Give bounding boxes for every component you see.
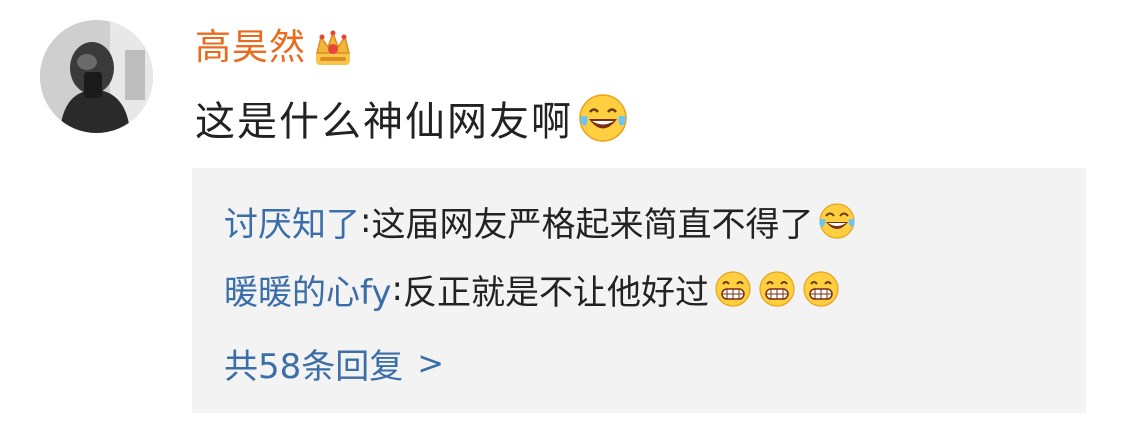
comment-text: 这是什么神仙网友啊 <box>195 88 629 148</box>
comment-card: 高昊然 这是什么神仙网友啊 讨厌知了: 这届网友严格起来简直不得了 暖暖的心f… <box>0 0 1125 425</box>
reply-separator: : <box>391 269 403 309</box>
reply-item: 讨厌知了 : 这届网友严格起来简直不得了 <box>224 196 857 246</box>
author-row: 高昊然 <box>195 22 354 74</box>
view-all-replies-link[interactable]: 共58条回复 > <box>224 338 444 388</box>
reply-text: 反正就是不让他好过 <box>402 272 709 313</box>
author-name[interactable]: 高昊然 <box>195 22 306 74</box>
reply-item: 暖暖的心fy : 反正就是不让他好过 <box>224 264 841 314</box>
avatar[interactable] <box>40 20 153 133</box>
reply-separator: : <box>360 201 372 241</box>
comment-body: 这是什么神仙网友啊 <box>195 99 573 145</box>
grinning-emoji-icon <box>713 269 753 309</box>
grinning-emoji-icon <box>801 269 841 309</box>
avatar-photo <box>40 20 153 133</box>
laughing-tears-emoji-icon <box>817 201 857 241</box>
chevron-right-icon: > <box>417 344 445 382</box>
reply-username[interactable]: 暖暖的心fy <box>224 265 392 314</box>
laughing-tears-emoji-icon <box>577 92 629 144</box>
crown-badge-icon[interactable] <box>312 27 354 69</box>
reply-text: 这届网友严格起来简直不得了 <box>371 204 814 245</box>
reply-username[interactable]: 讨厌知了 <box>224 197 360 246</box>
replies-panel: 讨厌知了 : 这届网友严格起来简直不得了 暖暖的心fy : 反正就是不让他好过 <box>192 168 1086 413</box>
grinning-emoji-icon <box>757 269 797 309</box>
more-replies-label: 共58条回复 <box>224 346 404 387</box>
